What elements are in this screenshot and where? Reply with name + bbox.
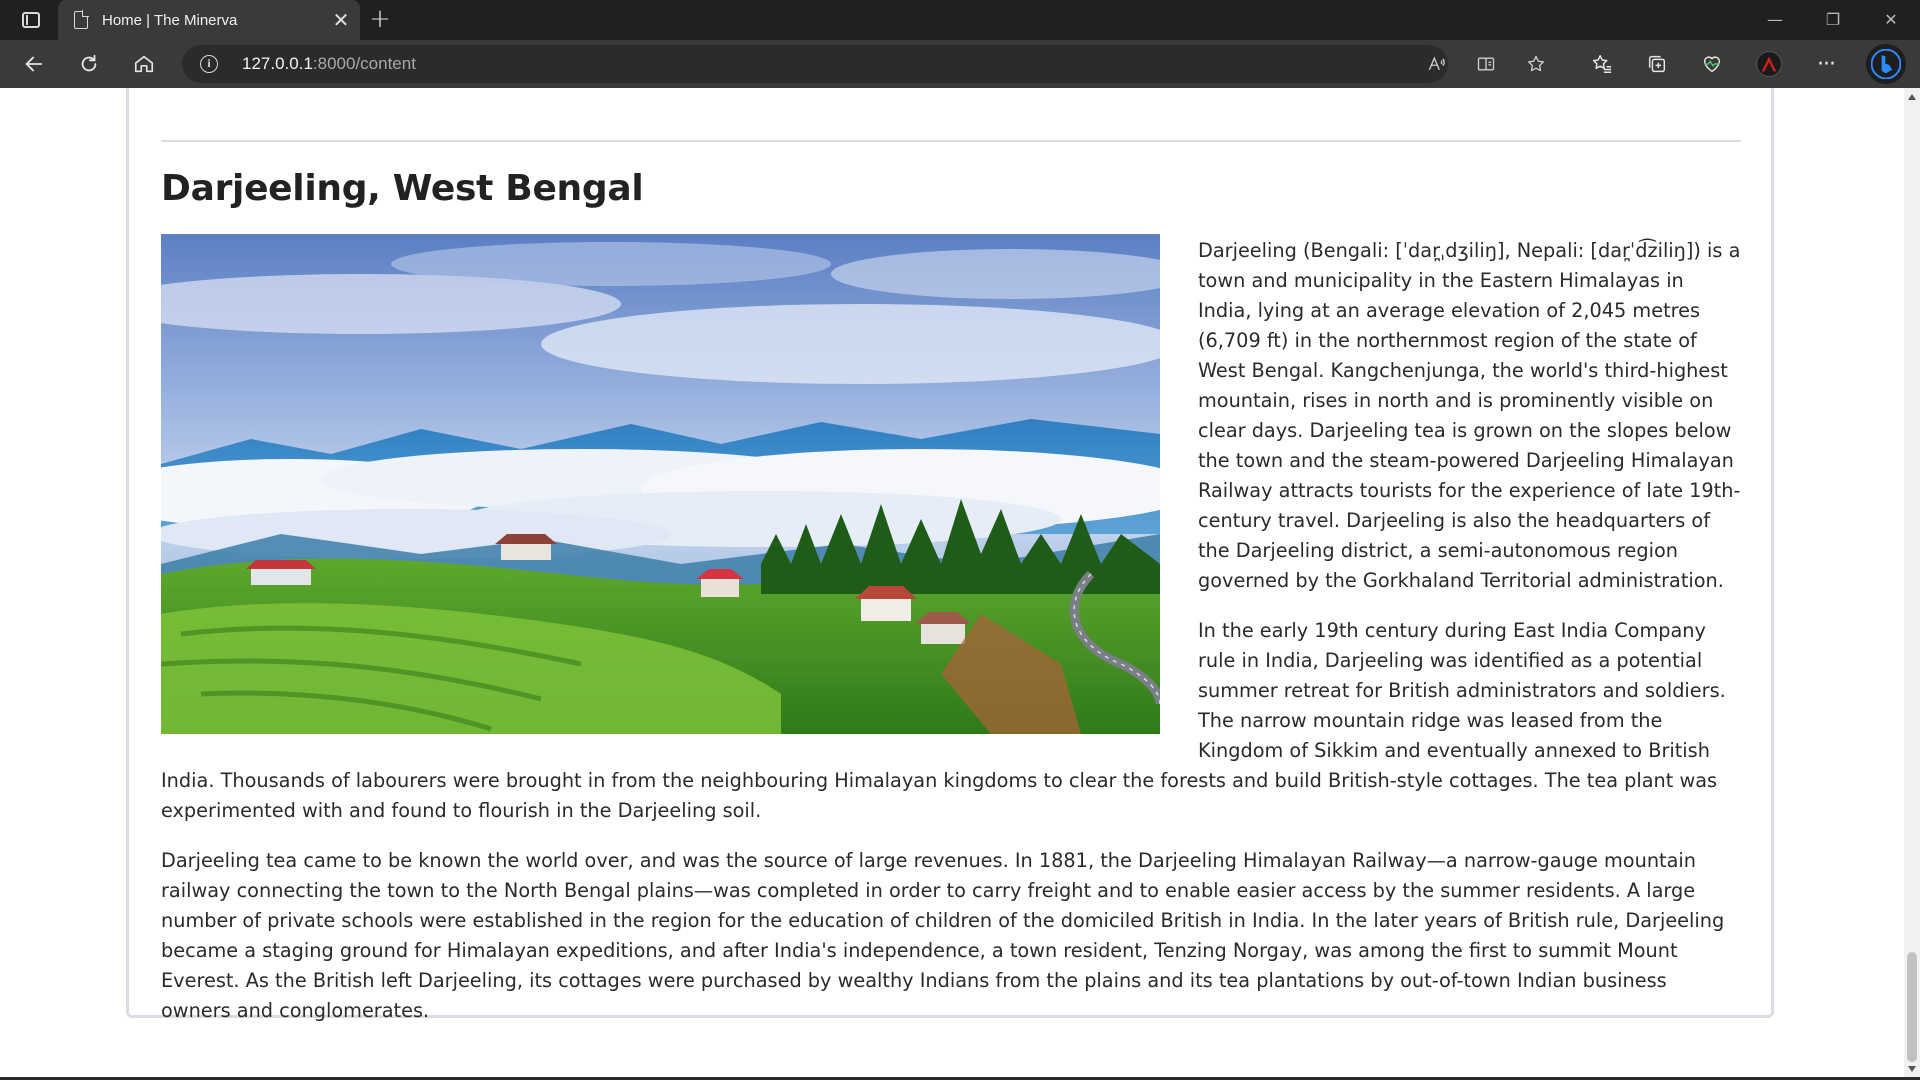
article-paragraph: Darjeeling tea came to be known the worl… bbox=[161, 849, 1725, 1022]
url-path: :8000/content bbox=[312, 54, 416, 73]
more-icon[interactable]: ··· bbox=[1808, 48, 1844, 80]
article-body: Darjeeling (Bengali: [ˈdar̪ˌdʒiliŋ], Nep… bbox=[161, 234, 1741, 1046]
health-button[interactable] bbox=[1694, 48, 1730, 80]
refresh-icon bbox=[81, 54, 97, 72]
minimize-button[interactable]: — bbox=[1748, 0, 1802, 40]
close-window-button[interactable]: ✕ bbox=[1864, 0, 1918, 40]
tab-close-button[interactable]: ✕ bbox=[328, 7, 354, 33]
section-divider bbox=[161, 140, 1741, 142]
favorites-icon bbox=[1592, 55, 1612, 73]
bing-icon[interactable] bbox=[1866, 44, 1906, 84]
browser-toolbar: i 127.0.0.1:8000/content ··· bbox=[0, 40, 1920, 88]
collections-button[interactable] bbox=[1639, 48, 1675, 80]
back-icon bbox=[25, 56, 43, 72]
url-host: 127.0.0.1 bbox=[242, 54, 313, 73]
url-text[interactable]: 127.0.0.1:8000/content bbox=[242, 54, 416, 74]
favorite-star-icon[interactable] bbox=[1522, 52, 1550, 76]
profile-icon bbox=[1756, 51, 1782, 77]
darjeeling-landscape-image bbox=[161, 234, 1160, 734]
scroll-up-icon[interactable] bbox=[1908, 94, 1916, 100]
back-button[interactable] bbox=[16, 48, 52, 80]
tab-title: Home | The Minerva bbox=[102, 11, 238, 29]
refresh-button[interactable] bbox=[71, 48, 107, 80]
article-title: Darjeeling, West Bengal bbox=[161, 168, 644, 209]
page-icon bbox=[74, 10, 89, 29]
scroll-down-icon[interactable] bbox=[1908, 1066, 1916, 1072]
browser-tab[interactable]: Home | The Minerva ✕ bbox=[58, 0, 360, 40]
health-icon bbox=[1703, 56, 1721, 73]
new-tab-button[interactable]: + bbox=[366, 6, 394, 34]
immersive-reader-icon[interactable] bbox=[1472, 52, 1500, 76]
collections-icon bbox=[1648, 55, 1666, 73]
address-bar[interactable]: i 127.0.0.1:8000/content bbox=[182, 45, 1544, 83]
page-viewport: Darjeeling, West Bengal Darjeeling (Beng… bbox=[0, 88, 1904, 1080]
browser-titlebar: Home | The Minerva ✕ + — ❐ ✕ bbox=[0, 0, 1920, 40]
tab-actions-icon[interactable] bbox=[14, 8, 48, 32]
profile-button[interactable] bbox=[1751, 48, 1787, 80]
home-button[interactable] bbox=[126, 48, 162, 80]
home-icon bbox=[134, 55, 154, 73]
restore-button[interactable]: ❐ bbox=[1806, 0, 1860, 40]
site-info-icon[interactable]: i bbox=[200, 55, 218, 73]
content-card: Darjeeling, West Bengal Darjeeling (Beng… bbox=[126, 88, 1774, 1022]
read-aloud-icon[interactable] bbox=[1422, 52, 1450, 76]
vertical-scrollbar[interactable] bbox=[1904, 88, 1920, 1080]
scrollbar-thumb[interactable] bbox=[1907, 952, 1917, 1062]
favorites-button[interactable] bbox=[1584, 48, 1620, 80]
